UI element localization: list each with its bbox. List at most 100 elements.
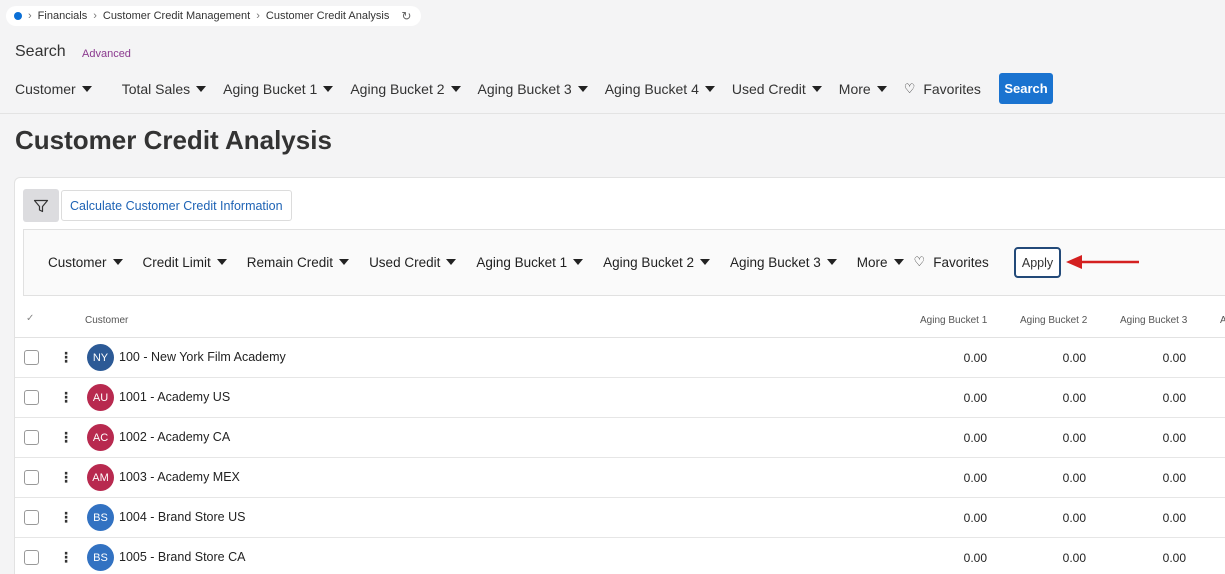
kebab-menu-icon[interactable]: ⋮ [59,388,73,406]
table-row[interactable]: ⋮ AC 1002 - Academy CA 0.00 0.00 0.00 [15,418,1225,458]
avatar: AU [87,384,114,411]
subfilter-customer[interactable]: Customer [48,255,123,270]
filter-aging-bucket-1[interactable]: Aging Bucket 1 [223,81,334,97]
subfilter-favorites-button[interactable]: ♡ Favorites [914,254,989,270]
caret-down-icon [826,259,837,265]
chevron-right-icon: › [28,10,32,22]
customer-name[interactable]: 1003 - Academy MEX [119,470,240,484]
customer-name[interactable]: 1005 - Brand Store CA [119,550,245,564]
subfilter-remain-credit[interactable]: Remain Credit [247,255,350,270]
customer-name[interactable]: 1004 - Brand Store US [119,510,245,524]
aging-bucket-3-value: 0.00 [1162,511,1186,525]
aging-bucket-3-value: 0.00 [1162,471,1186,485]
row-checkbox[interactable] [24,550,39,565]
table-row[interactable]: ⋮ BS 1004 - Brand Store US 0.00 0.00 0.0… [15,498,1225,538]
caret-down-icon [573,259,584,265]
table-row[interactable]: ⋮ BS 1005 - Brand Store CA 0.00 0.00 0.0… [15,538,1225,574]
aging-bucket-3-value: 0.00 [1162,431,1186,445]
caret-down-icon [446,259,457,265]
subfilter-more[interactable]: More [857,255,904,270]
header-divider [0,113,1225,114]
row-checkbox[interactable] [24,430,39,445]
kebab-menu-icon[interactable]: ⋮ [59,508,73,526]
table-row[interactable]: ⋮ AM 1003 - Academy MEX 0.00 0.00 0.00 [15,458,1225,498]
customer-name[interactable]: 1001 - Academy US [119,390,230,404]
subfilter-used-credit[interactable]: Used Credit [369,255,457,270]
aging-bucket-2-value: 0.00 [1062,431,1086,445]
avatar: BS [87,504,114,531]
caret-down-icon [450,86,461,92]
aging-bucket-1-value: 0.00 [963,431,987,445]
apply-button[interactable]: Apply [1014,247,1061,278]
breadcrumb-financials[interactable]: Financials [38,10,88,22]
calculate-credit-button[interactable]: Calculate Customer Credit Information [61,190,292,221]
table-row[interactable]: ⋮ NY 100 - New York Film Academy 0.00 0.… [15,338,1225,378]
caret-down-icon [81,86,92,92]
caret-down-icon [196,86,207,92]
caret-down-icon [893,259,904,265]
refresh-icon[interactable]: ↻ [401,9,411,23]
table-row[interactable]: ⋮ AU 1001 - Academy US 0.00 0.00 0.00 [15,378,1225,418]
column-header-aging-bucket-2[interactable]: Aging Bucket 2 [1020,315,1087,326]
aging-bucket-2-value: 0.00 [1062,511,1086,525]
search-filter-bar: Customer Total Sales Aging Bucket 1 Agin… [15,80,981,98]
row-checkbox[interactable] [24,350,39,365]
subfilter-bar: Customer Credit Limit Remain Credit Used… [48,253,989,271]
filter-total-sales[interactable]: Total Sales [122,81,207,97]
kebab-menu-icon[interactable]: ⋮ [59,428,73,446]
heart-icon: ♡ [913,254,926,269]
kebab-menu-icon[interactable]: ⋮ [59,348,73,366]
row-checkbox[interactable] [24,390,39,405]
aging-bucket-1-value: 0.00 [963,471,987,485]
aging-bucket-2-value: 0.00 [1062,551,1086,565]
customer-name[interactable]: 100 - New York Film Academy [119,350,286,364]
breadcrumb-credit-analysis: Customer Credit Analysis [265,10,390,22]
filter-aging-bucket-2[interactable]: Aging Bucket 2 [350,81,461,97]
caret-down-icon [876,86,887,92]
home-dot-icon[interactable] [14,12,22,20]
aging-bucket-3-value: 0.00 [1162,551,1186,565]
row-checkbox[interactable] [24,470,39,485]
filter-used-credit[interactable]: Used Credit [732,81,822,97]
chevron-right-icon: › [93,10,97,22]
subfilter-aging-bucket-3[interactable]: Aging Bucket 3 [730,255,837,270]
page-title: Customer Credit Analysis [15,125,332,155]
filter-more[interactable]: More [839,81,887,97]
aging-bucket-3-value: 0.00 [1162,351,1186,365]
caret-down-icon [704,86,715,92]
avatar: BS [87,544,114,571]
subfilter-credit-limit[interactable]: Credit Limit [143,255,227,270]
advanced-search-link[interactable]: Advanced [82,48,131,60]
subfilter-aging-bucket-1[interactable]: Aging Bucket 1 [476,255,584,270]
subfilter-aging-bucket-2[interactable]: Aging Bucket 2 [603,255,710,270]
search-title: Search [15,43,66,60]
search-button[interactable]: Search [999,73,1053,104]
filter-customer[interactable]: Customer [15,81,92,97]
red-arrow-annotation [1066,255,1139,269]
kebab-menu-icon[interactable]: ⋮ [59,468,73,486]
caret-down-icon [323,86,334,92]
caret-down-icon [112,259,123,265]
aging-bucket-2-value: 0.00 [1062,391,1086,405]
aging-bucket-1-value: 0.00 [963,551,987,565]
caret-down-icon [811,86,822,92]
aging-bucket-2-value: 0.00 [1062,351,1086,365]
filter-aging-bucket-4[interactable]: Aging Bucket 4 [605,81,715,97]
favorites-button[interactable]: ♡ Favorites [904,81,981,97]
column-header-aging-bucket-3[interactable]: Aging Bucket 3 [1120,315,1187,326]
filter-toggle-button[interactable] [23,189,59,222]
select-all-checkmark-icon[interactable]: ✓ [26,313,34,324]
avatar: NY [87,344,114,371]
caret-down-icon [577,86,588,92]
column-header-aging-bucket-1[interactable]: Aging Bucket 1 [920,315,987,326]
column-header-customer[interactable]: Customer [85,315,128,326]
row-checkbox[interactable] [24,510,39,525]
aging-bucket-1-value: 0.00 [963,391,987,405]
customer-name[interactable]: 1002 - Academy CA [119,430,230,444]
filter-aging-bucket-3[interactable]: Aging Bucket 3 [478,81,588,97]
chevron-right-icon: › [256,10,260,22]
column-header-aging-bucket-4[interactable]: A [1220,315,1225,326]
kebab-menu-icon[interactable]: ⋮ [59,548,73,566]
breadcrumb-credit-management[interactable]: Customer Credit Management [103,10,250,22]
aging-bucket-1-value: 0.00 [963,351,987,365]
